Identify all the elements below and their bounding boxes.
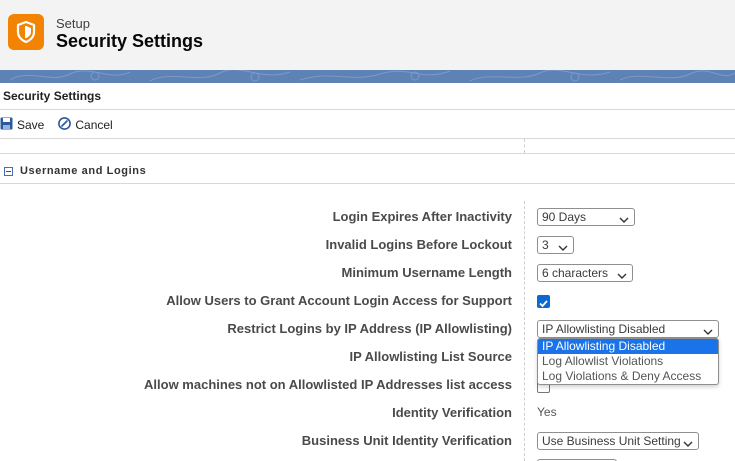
select-value: 6 characters bbox=[542, 266, 609, 280]
allow-grant-access-checkbox[interactable] bbox=[537, 295, 550, 308]
column-divider bbox=[524, 201, 525, 461]
select-value: 90 Days bbox=[542, 210, 587, 224]
restrict-ip-label: Restrict Logins by IP Address (IP Allowl… bbox=[227, 321, 512, 336]
chevron-down-icon bbox=[619, 213, 629, 227]
toolbar: Save Cancel bbox=[0, 116, 113, 134]
chevron-down-icon bbox=[617, 269, 627, 283]
column-divider bbox=[524, 139, 525, 153]
bu-identity-verification-select[interactable]: Use Business Unit Setting bbox=[537, 432, 699, 450]
allow-machines-label: Allow machines not on Allowlisted IP Add… bbox=[144, 377, 512, 392]
shield-icon bbox=[8, 14, 44, 50]
restrict-ip-dropdown-list: IP Allowlisting Disabled Log Allowlist V… bbox=[537, 338, 719, 385]
collapse-icon[interactable] bbox=[4, 166, 13, 176]
section-title: Username and Logins bbox=[20, 165, 147, 177]
select-value: 3 bbox=[542, 238, 549, 252]
divider bbox=[0, 138, 735, 139]
dropdown-option-deny-access[interactable]: Log Violations & Deny Access bbox=[538, 369, 718, 384]
chevron-down-icon bbox=[683, 437, 693, 451]
save-label: Save bbox=[17, 118, 45, 132]
login-expires-label: Login Expires After Inactivity bbox=[332, 209, 512, 224]
setup-header: Setup Security Settings bbox=[0, 0, 735, 70]
invalid-logins-select[interactable]: 3 bbox=[537, 236, 574, 254]
divider bbox=[0, 183, 735, 184]
save-icon bbox=[0, 117, 17, 133]
header-subtitle: Setup bbox=[56, 16, 90, 31]
cancel-label: Cancel bbox=[75, 118, 113, 132]
identity-verification-label: Identity Verification bbox=[392, 405, 512, 420]
allow-grant-access-label: Allow Users to Grant Account Login Acces… bbox=[166, 293, 512, 308]
login-expires-select[interactable]: 90 Days bbox=[537, 208, 635, 226]
bu-identity-verification-label: Business Unit Identity Verification bbox=[301, 433, 512, 448]
dropdown-option-disabled[interactable]: IP Allowlisting Disabled bbox=[538, 339, 718, 354]
invalid-logins-label: Invalid Logins Before Lockout bbox=[325, 237, 512, 252]
min-username-select[interactable]: 6 characters bbox=[537, 264, 633, 282]
min-username-label: Minimum Username Length bbox=[341, 265, 512, 280]
cancel-icon bbox=[58, 117, 75, 133]
section-page-title: Security Settings bbox=[3, 89, 102, 103]
save-button[interactable]: Save bbox=[0, 117, 44, 133]
select-value: IP Allowlisting Disabled bbox=[542, 322, 666, 336]
divider bbox=[0, 109, 735, 110]
chevron-down-icon bbox=[558, 241, 568, 255]
select-value: Use Business Unit Setting bbox=[542, 434, 681, 448]
divider bbox=[0, 153, 735, 154]
dropdown-option-log-violations[interactable]: Log Allowlist Violations bbox=[538, 354, 718, 369]
identity-verification-value: Yes bbox=[537, 405, 557, 419]
page-title: Security Settings bbox=[56, 31, 204, 51]
chevron-down-icon bbox=[703, 325, 713, 339]
cancel-button[interactable]: Cancel bbox=[58, 117, 113, 133]
section-header[interactable]: Username and Logins bbox=[4, 165, 146, 177]
checkmark-icon bbox=[539, 300, 548, 308]
restrict-ip-select[interactable]: IP Allowlisting Disabled bbox=[537, 320, 719, 338]
ip-list-source-label: IP Allowlisting List Source bbox=[349, 349, 512, 364]
decorative-banner bbox=[0, 70, 735, 83]
